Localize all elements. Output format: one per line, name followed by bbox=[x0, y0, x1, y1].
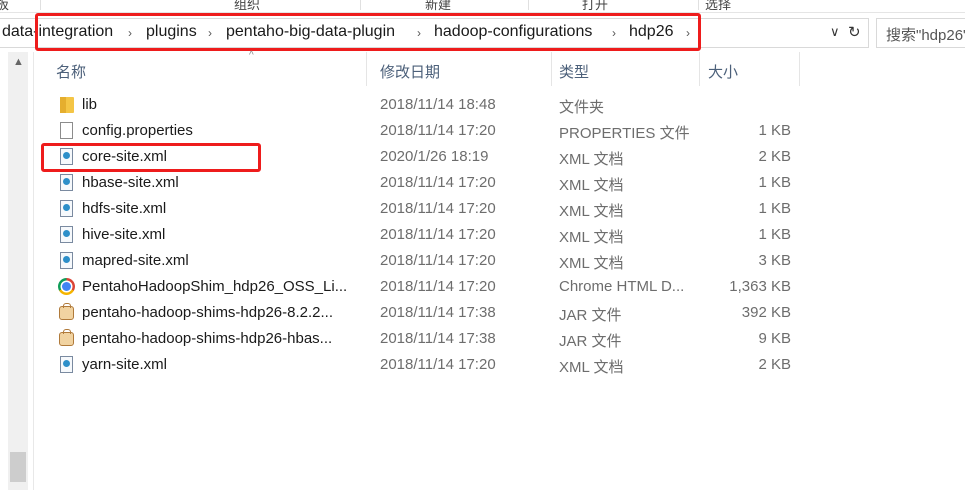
core-site-highlight-box bbox=[41, 143, 261, 172]
file-size: 1 KB bbox=[758, 122, 791, 139]
xml-file-icon bbox=[58, 226, 76, 244]
navigation-scrollbar[interactable]: ▲ bbox=[8, 52, 28, 490]
xml-file-icon bbox=[58, 252, 76, 270]
file-name: hbase-site.xml bbox=[82, 174, 179, 191]
file-type: XML 文档 bbox=[559, 151, 624, 168]
ribbon-separator bbox=[40, 0, 41, 10]
file-name: mapred-site.xml bbox=[82, 252, 189, 269]
column-header-size[interactable]: 大小 bbox=[696, 52, 800, 86]
jar-icon bbox=[58, 303, 76, 322]
file-name: pentaho-hadoop-shims-hdp26-8.2.2... bbox=[82, 304, 334, 321]
file-type: 文件夹 bbox=[559, 99, 605, 116]
file-row-shims-jar[interactable]: pentaho-hadoop-shims-hdp26-8.2.2... 2018… bbox=[44, 300, 800, 326]
file-date: 2018/11/14 17:20 bbox=[380, 174, 496, 191]
file-row-hdfs-site[interactable]: hdfs-site.xml 2018/11/14 17:20 XML 文档 1 … bbox=[44, 196, 800, 222]
file-name: pentaho-hadoop-shims-hdp26-hbas... bbox=[82, 330, 333, 347]
search-input[interactable]: 搜索"hdp26" bbox=[876, 18, 965, 48]
file-size: 1,363 KB bbox=[729, 278, 791, 295]
chevron-down-icon[interactable]: ∨ bbox=[830, 24, 840, 40]
file-type: XML 文档 bbox=[559, 255, 624, 272]
column-header-type[interactable]: 类型 bbox=[547, 52, 697, 86]
search-placeholder: 搜索"hdp26" bbox=[886, 27, 965, 44]
file-row-hbase-site[interactable]: hbase-site.xml 2018/11/14 17:20 XML 文档 1… bbox=[44, 170, 800, 196]
ribbon-group-label[interactable]: 新建 bbox=[425, 0, 451, 13]
file-type: PROPERTIES 文件 bbox=[559, 125, 690, 142]
file-type: XML 文档 bbox=[559, 229, 624, 246]
file-row-pentaho-hadoop-shim-license[interactable]: PentahoHadoopShim_hdp26_OSS_Li... 2018/1… bbox=[44, 274, 800, 300]
ribbon-group-label[interactable]: 打开 bbox=[582, 0, 608, 13]
document-icon bbox=[58, 122, 76, 140]
file-date: 2018/11/14 17:20 bbox=[380, 278, 496, 295]
column-divider[interactable] bbox=[799, 52, 800, 86]
file-name: yarn-site.xml bbox=[82, 356, 168, 373]
ribbon-separator bbox=[528, 0, 529, 10]
jar-icon bbox=[58, 329, 76, 348]
file-type: JAR 文件 bbox=[559, 307, 622, 324]
xml-file-icon bbox=[58, 356, 76, 374]
xml-file-icon bbox=[58, 200, 76, 218]
file-date: 2018/11/14 17:20 bbox=[380, 122, 496, 139]
file-row-mapred-site[interactable]: mapred-site.xml 2018/11/14 17:20 XML 文档 … bbox=[44, 248, 800, 274]
file-date: 2018/11/14 17:38 bbox=[380, 330, 496, 347]
file-size: 392 KB bbox=[741, 304, 791, 321]
ribbon-group-label[interactable]: 组织 bbox=[234, 0, 260, 13]
ribbon-group-label[interactable]: 选择 bbox=[705, 0, 731, 13]
file-date: 2018/11/14 18:48 bbox=[380, 96, 496, 113]
column-header-date-label: 修改日期 bbox=[380, 64, 441, 81]
file-row-hive-site[interactable]: hive-site.xml 2018/11/14 17:20 XML 文档 1 … bbox=[44, 222, 800, 248]
file-row-shims-hbase-jar[interactable]: pentaho-hadoop-shims-hdp26-hbas... 2018/… bbox=[44, 326, 800, 352]
file-size: 3 KB bbox=[758, 252, 791, 269]
file-size: 2 KB bbox=[758, 148, 791, 165]
file-type: XML 文档 bbox=[559, 177, 624, 194]
pane-divider bbox=[33, 52, 34, 490]
file-type: JAR 文件 bbox=[559, 333, 622, 350]
column-header-name-label: 名称 bbox=[56, 64, 87, 81]
file-name: lib bbox=[82, 96, 98, 113]
column-header-row: ^ 名称 修改日期 类型 大小 bbox=[44, 50, 800, 86]
file-date: 2018/11/14 17:20 bbox=[380, 252, 496, 269]
ribbon-separator bbox=[360, 0, 361, 10]
file-date: 2020/1/26 18:19 bbox=[380, 148, 489, 165]
chrome-icon bbox=[58, 278, 76, 296]
file-row-config-properties[interactable]: config.properties 2018/11/14 17:20 PROPE… bbox=[44, 118, 800, 144]
folder-icon bbox=[58, 96, 76, 114]
file-date: 2018/11/14 17:20 bbox=[380, 356, 496, 373]
file-row-yarn-site[interactable]: yarn-site.xml 2018/11/14 17:20 XML 文档 2 … bbox=[44, 352, 800, 378]
refresh-icon[interactable]: ↻ bbox=[848, 23, 861, 41]
file-size: 9 KB bbox=[758, 330, 791, 347]
ribbon: 板 组织 新建 打开 选择 bbox=[0, 0, 965, 13]
file-type: XML 文档 bbox=[559, 359, 624, 376]
scroll-up-arrow-icon[interactable]: ▲ bbox=[13, 56, 24, 68]
file-name: PentahoHadoopShim_hdp26_OSS_Li... bbox=[82, 278, 348, 295]
column-header-type-label: 类型 bbox=[559, 64, 590, 81]
file-date: 2018/11/14 17:38 bbox=[380, 304, 496, 321]
file-size: 1 KB bbox=[758, 226, 791, 243]
file-size: 1 KB bbox=[758, 200, 791, 217]
xml-file-icon bbox=[58, 174, 76, 192]
file-date: 2018/11/14 17:20 bbox=[380, 226, 496, 243]
file-type: Chrome HTML D... bbox=[559, 278, 685, 295]
file-size: 2 KB bbox=[758, 356, 791, 373]
breadcrumb-highlight-box bbox=[35, 13, 701, 51]
column-header-name[interactable]: 名称 bbox=[44, 52, 366, 86]
ribbon-separator bbox=[698, 0, 699, 10]
file-name: hdfs-site.xml bbox=[82, 200, 167, 217]
file-size: 1 KB bbox=[758, 174, 791, 191]
ribbon-group-label[interactable]: 板 bbox=[0, 0, 9, 13]
column-divider[interactable] bbox=[366, 52, 367, 86]
scrollbar-thumb[interactable] bbox=[10, 452, 26, 482]
column-header-date[interactable]: 修改日期 bbox=[368, 52, 550, 86]
file-name: hive-site.xml bbox=[82, 226, 166, 243]
file-type: XML 文档 bbox=[559, 203, 624, 220]
column-header-size-label: 大小 bbox=[708, 64, 739, 81]
file-name: config.properties bbox=[82, 122, 193, 139]
file-date: 2018/11/14 17:20 bbox=[380, 200, 496, 217]
file-row-lib[interactable]: lib 2018/11/14 18:48 文件夹 bbox=[44, 92, 800, 118]
